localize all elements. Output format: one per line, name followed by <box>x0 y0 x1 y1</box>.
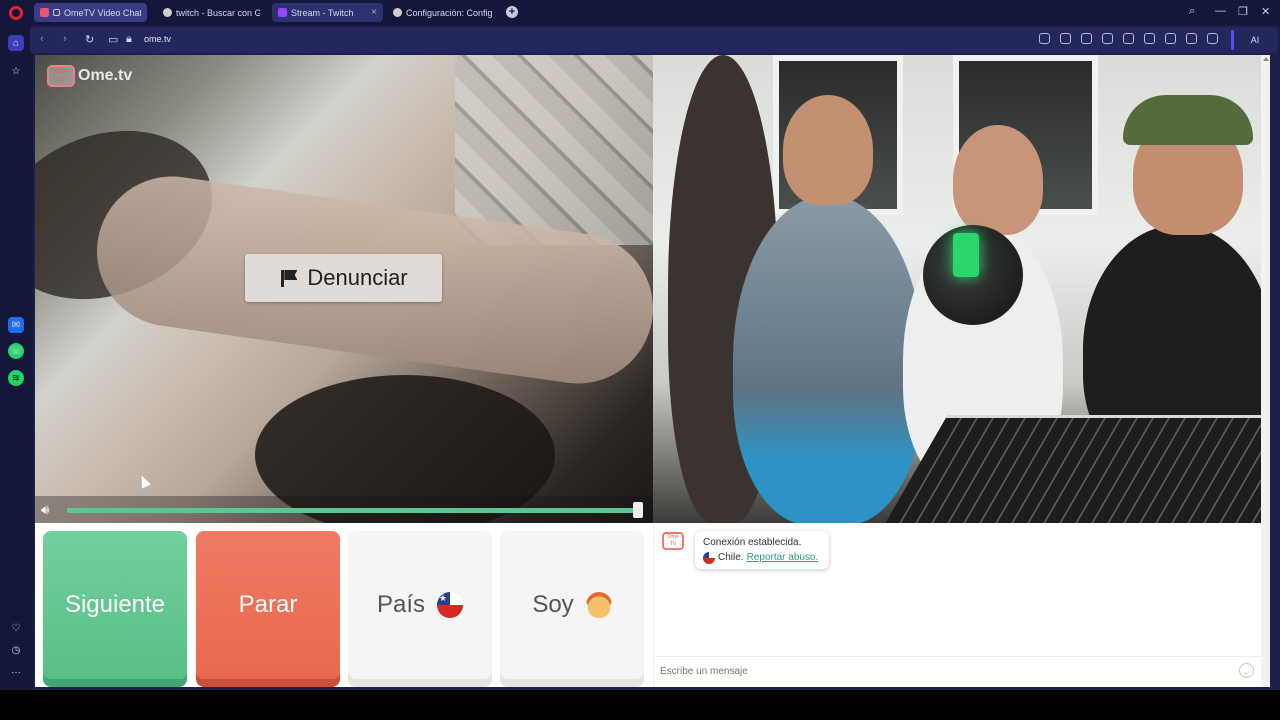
star-icon[interactable]: ☆ <box>8 63 24 79</box>
history-icon[interactable]: ◷ <box>8 642 24 658</box>
tab-label: Configuración: Configurac <box>406 7 492 18</box>
tv-logo-icon: Ome TV <box>47 65 75 87</box>
opera-logo-icon[interactable] <box>9 6 23 20</box>
browser-window: OmeTV Video Chat - twitch - Buscar con G… <box>0 0 1280 690</box>
country-button[interactable]: País <box>348 531 492 679</box>
ometv-chat-logo-icon: Ome TV <box>662 532 684 550</box>
twitch-favicon-icon <box>278 8 287 17</box>
video-background <box>455 55 653 245</box>
ometv-favicon-icon <box>40 8 49 17</box>
logo-text: Ome.tv <box>78 67 133 84</box>
report-abuse-link[interactable]: Reportar abuso. <box>747 550 819 565</box>
forward-icon[interactable]: › <box>63 33 67 45</box>
more-icon[interactable]: ··· <box>8 664 24 680</box>
url-field[interactable]: ome.tv <box>144 34 171 44</box>
heart-icon[interactable] <box>1144 33 1155 44</box>
ometv-logo: Ome TV Ome.tv <box>47 65 132 87</box>
country-name: Chile. <box>718 552 744 563</box>
tab-settings[interactable]: Configuración: Configurac <box>387 3 498 22</box>
tab-bar: OmeTV Video Chat - twitch - Buscar con G… <box>0 0 1280 25</box>
self-video <box>653 55 1270 523</box>
tab-twitch[interactable]: Stream - Twitch × <box>272 3 383 22</box>
emoji-icon[interactable] <box>1239 663 1254 678</box>
message-input-area <box>654 656 1262 684</box>
gender-button[interactable]: Soy <box>500 531 644 679</box>
video-person <box>733 195 923 523</box>
volume-fill <box>67 508 639 513</box>
ometv-page: Ome TV Ome.tv Denunciar 🔊︎ Siguiente Par… <box>35 55 1270 687</box>
message-input[interactable] <box>660 661 1220 681</box>
edit-icon[interactable] <box>1039 33 1050 44</box>
chat-panel: Ome TV Conexión establecida. Chile. Repor… <box>653 523 1262 687</box>
volume-handle[interactable] <box>633 502 643 518</box>
country-line: Chile. Reportar abuso. <box>703 550 821 565</box>
volume-icon[interactable]: 🔊︎ <box>41 503 61 517</box>
restore-icon[interactable]: ❐ <box>1238 5 1248 18</box>
spotify-icon[interactable]: ≋ <box>8 370 24 386</box>
camera-icon[interactable]: ▭ <box>108 33 118 46</box>
system-message: Conexión establecida. Chile. Reportar ab… <box>695 531 829 569</box>
tab-label: Stream - Twitch <box>291 7 354 18</box>
boy-emoji-icon <box>585 592 612 618</box>
cube-icon[interactable] <box>1207 33 1218 44</box>
close-tab-icon[interactable]: × <box>371 7 377 18</box>
extension-icon[interactable] <box>1102 33 1113 44</box>
lock-icon: 🔒︎ <box>126 33 132 45</box>
menu-icon[interactable] <box>1165 33 1176 44</box>
chile-flag-icon <box>703 551 715 564</box>
ai-button[interactable]: AI <box>1238 32 1272 48</box>
tab-label: twitch - Buscar con Googl <box>176 7 260 18</box>
video-face <box>783 95 873 205</box>
whatsapp-icon[interactable]: ☏ <box>8 343 24 359</box>
home-icon[interactable]: ⌂ <box>8 35 24 51</box>
video-face <box>953 125 1043 235</box>
page-scrollbar[interactable] <box>1261 55 1270 687</box>
speaker-icon <box>53 9 60 16</box>
country-label: País <box>376 591 426 618</box>
google-favicon-icon <box>163 8 172 17</box>
reload-icon[interactable]: ↻ <box>85 33 94 46</box>
video-cap <box>1123 95 1253 145</box>
scroll-up-icon[interactable] <box>1263 57 1269 61</box>
back-icon[interactable]: ‹ <box>40 33 44 45</box>
volume-bar: 🔊︎ <box>35 496 653 523</box>
ai-divider <box>1231 30 1234 50</box>
play-icon[interactable] <box>1123 33 1134 44</box>
video-mic-led <box>953 233 979 277</box>
report-label: Denunciar <box>307 265 408 290</box>
connection-status: Conexión establecida. <box>703 537 802 548</box>
report-button[interactable]: Denunciar <box>245 254 442 302</box>
address-actions <box>1039 33 1218 44</box>
volume-slider[interactable] <box>67 508 639 513</box>
tab-ometv[interactable]: OmeTV Video Chat - <box>34 3 147 22</box>
new-tab-button[interactable]: + <box>506 6 518 18</box>
tab-google-search[interactable]: twitch - Buscar con Googl <box>157 3 266 22</box>
close-window-icon[interactable]: ✕ <box>1261 5 1270 18</box>
tab-label: OmeTV Video Chat - <box>64 7 141 18</box>
messenger-icon[interactable]: ✉ <box>8 317 24 333</box>
shield-icon[interactable] <box>1081 33 1092 44</box>
stop-label: Parar <box>238 591 298 618</box>
stop-button[interactable]: Parar <box>196 531 340 679</box>
mouse-cursor-icon <box>136 473 152 489</box>
opera-sidebar: ⌂ ☆ ✉ ☏ ≋ ♡ ◷ ··· <box>0 25 33 690</box>
next-label: Siguiente <box>64 591 166 618</box>
chile-flag-icon <box>437 592 464 618</box>
stranger-video: Ome TV Ome.tv Denunciar 🔊︎ <box>35 55 653 523</box>
flag-icon <box>279 269 297 287</box>
screen-bottom-bar <box>0 690 1280 720</box>
heart-icon[interactable]: ♡ <box>8 620 24 636</box>
gear-icon <box>393 8 402 17</box>
video-keyboard <box>878 415 1270 523</box>
snapshot-icon[interactable] <box>1060 33 1071 44</box>
minimize-icon[interactable]: — <box>1215 5 1226 17</box>
search-icon[interactable]: ⌕ <box>1189 5 1195 18</box>
gender-label: Soy <box>532 591 574 618</box>
account-icon[interactable] <box>1186 33 1197 44</box>
next-button[interactable]: Siguiente <box>43 531 187 679</box>
address-bar: ‹ › ↻ ▭ 🔒︎ ome.tv AI <box>30 27 1278 53</box>
